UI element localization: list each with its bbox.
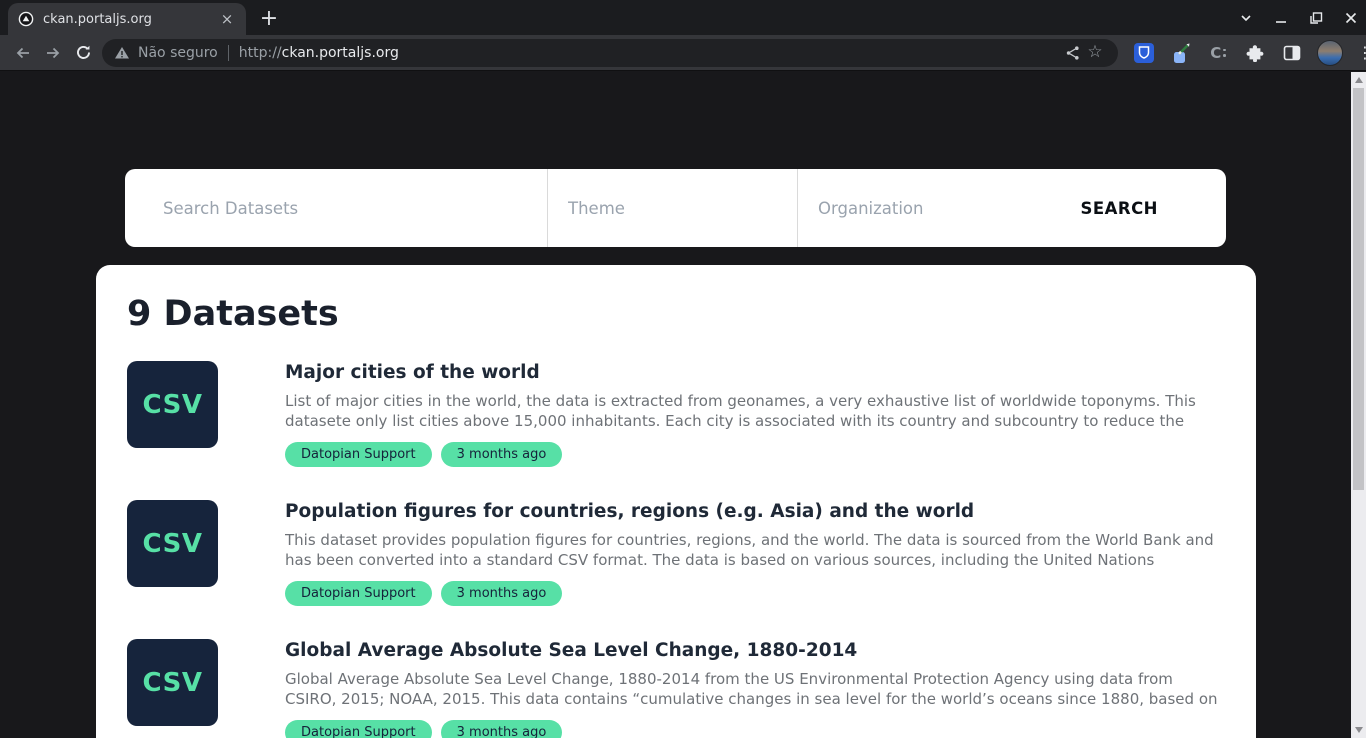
browser-toolbar: Não seguro http://ckan.portaljs.org ☆ — [0, 35, 1366, 71]
search-datasets-input[interactable] — [161, 198, 547, 219]
not-secure-warning-icon[interactable] — [114, 45, 130, 61]
forward-icon[interactable] — [38, 38, 68, 68]
reload-icon[interactable] — [68, 38, 98, 68]
colorpick-extension-icon[interactable]: C — [1206, 41, 1230, 65]
profile-avatar[interactable] — [1317, 40, 1343, 66]
new-tab-button[interactable]: + — [254, 4, 284, 32]
tab-strip: ckan.portaljs.org × + — [0, 0, 1366, 35]
csv-format-icon[interactable]: CSV — [127, 361, 218, 448]
window-controls — [1239, 0, 1358, 35]
csv-format-icon[interactable]: CSV — [127, 639, 218, 726]
search-button[interactable]: SEARCH — [1070, 169, 1226, 247]
theme-field[interactable] — [547, 169, 797, 247]
search-datasets-field[interactable] — [125, 169, 547, 247]
extensions-puzzle-icon[interactable] — [1243, 41, 1267, 65]
results-heading: 9 Datasets — [127, 292, 1220, 336]
dataset-title[interactable]: Global Average Absolute Sea Level Change… — [285, 640, 1220, 661]
dataset-description: Global Average Absolute Sea Level Change… — [285, 669, 1220, 709]
tab-search-chevron-icon[interactable] — [1239, 11, 1253, 25]
organization-badge[interactable]: Datopian Support — [285, 442, 432, 467]
not-secure-label: Não seguro — [138, 45, 218, 61]
url-text[interactable]: http://ckan.portaljs.org — [239, 45, 399, 61]
url-scheme: http:// — [239, 45, 282, 61]
dataset-title[interactable]: Population figures for countries, region… — [285, 501, 1220, 522]
results-card: 9 Datasets CSV Major cities of the world… — [96, 265, 1256, 738]
page-viewport: SEARCH 9 Datasets CSV Major cities of th… — [0, 72, 1366, 738]
eyedropper-extension-icon[interactable] — [1169, 41, 1193, 65]
back-icon[interactable] — [8, 38, 38, 68]
tab-close-icon[interactable]: × — [218, 10, 236, 28]
site-favicon-icon — [18, 11, 34, 27]
organization-input[interactable] — [816, 198, 1070, 219]
updated-time-badge: 3 months ago — [441, 720, 563, 738]
bookmark-star-icon[interactable]: ☆ — [1084, 42, 1106, 64]
scrollbar-down-icon[interactable] — [1355, 727, 1363, 733]
organization-badge[interactable]: Datopian Support — [285, 581, 432, 606]
csv-format-icon[interactable]: CSV — [127, 500, 218, 587]
dataset-description: This dataset provides population figures… — [285, 530, 1220, 570]
share-icon[interactable] — [1062, 42, 1084, 64]
scrollbar-thumb[interactable] — [1353, 88, 1364, 490]
dataset-item[interactable]: CSV Population figures for countries, re… — [127, 500, 1220, 606]
page-scrollbar[interactable] — [1351, 72, 1366, 738]
tab-title: ckan.portaljs.org — [43, 12, 218, 27]
browser-menu-icon[interactable]: ⋮ — [1356, 43, 1366, 62]
theme-input[interactable] — [566, 198, 797, 219]
restore-icon[interactable] — [1309, 11, 1323, 25]
updated-time-badge: 3 months ago — [441, 581, 563, 606]
extensions-area: C ⋮ — [1132, 40, 1366, 66]
dataset-description: List of major cities in the world, the d… — [285, 391, 1220, 431]
organization-badge[interactable]: Datopian Support — [285, 720, 432, 738]
scrollbar-up-icon[interactable] — [1355, 77, 1363, 83]
url-host: ckan.portaljs.org — [282, 45, 399, 61]
dataset-title[interactable]: Major cities of the world — [285, 362, 1220, 383]
minimize-icon[interactable] — [1274, 11, 1288, 25]
close-icon[interactable] — [1344, 11, 1358, 25]
dataset-item[interactable]: CSV Major cities of the world List of ma… — [127, 361, 1220, 467]
organization-field[interactable] — [797, 169, 1070, 247]
dataset-item[interactable]: CSV Global Average Absolute Sea Level Ch… — [127, 639, 1220, 738]
address-bar[interactable]: Não seguro http://ckan.portaljs.org ☆ — [102, 39, 1118, 67]
side-panel-icon[interactable] — [1280, 41, 1304, 65]
browser-tab[interactable]: ckan.portaljs.org × — [8, 3, 246, 35]
dataset-search-bar: SEARCH — [125, 169, 1226, 247]
address-separator — [228, 45, 229, 61]
updated-time-badge: 3 months ago — [441, 442, 563, 467]
bitwarden-extension-icon[interactable] — [1132, 41, 1156, 65]
